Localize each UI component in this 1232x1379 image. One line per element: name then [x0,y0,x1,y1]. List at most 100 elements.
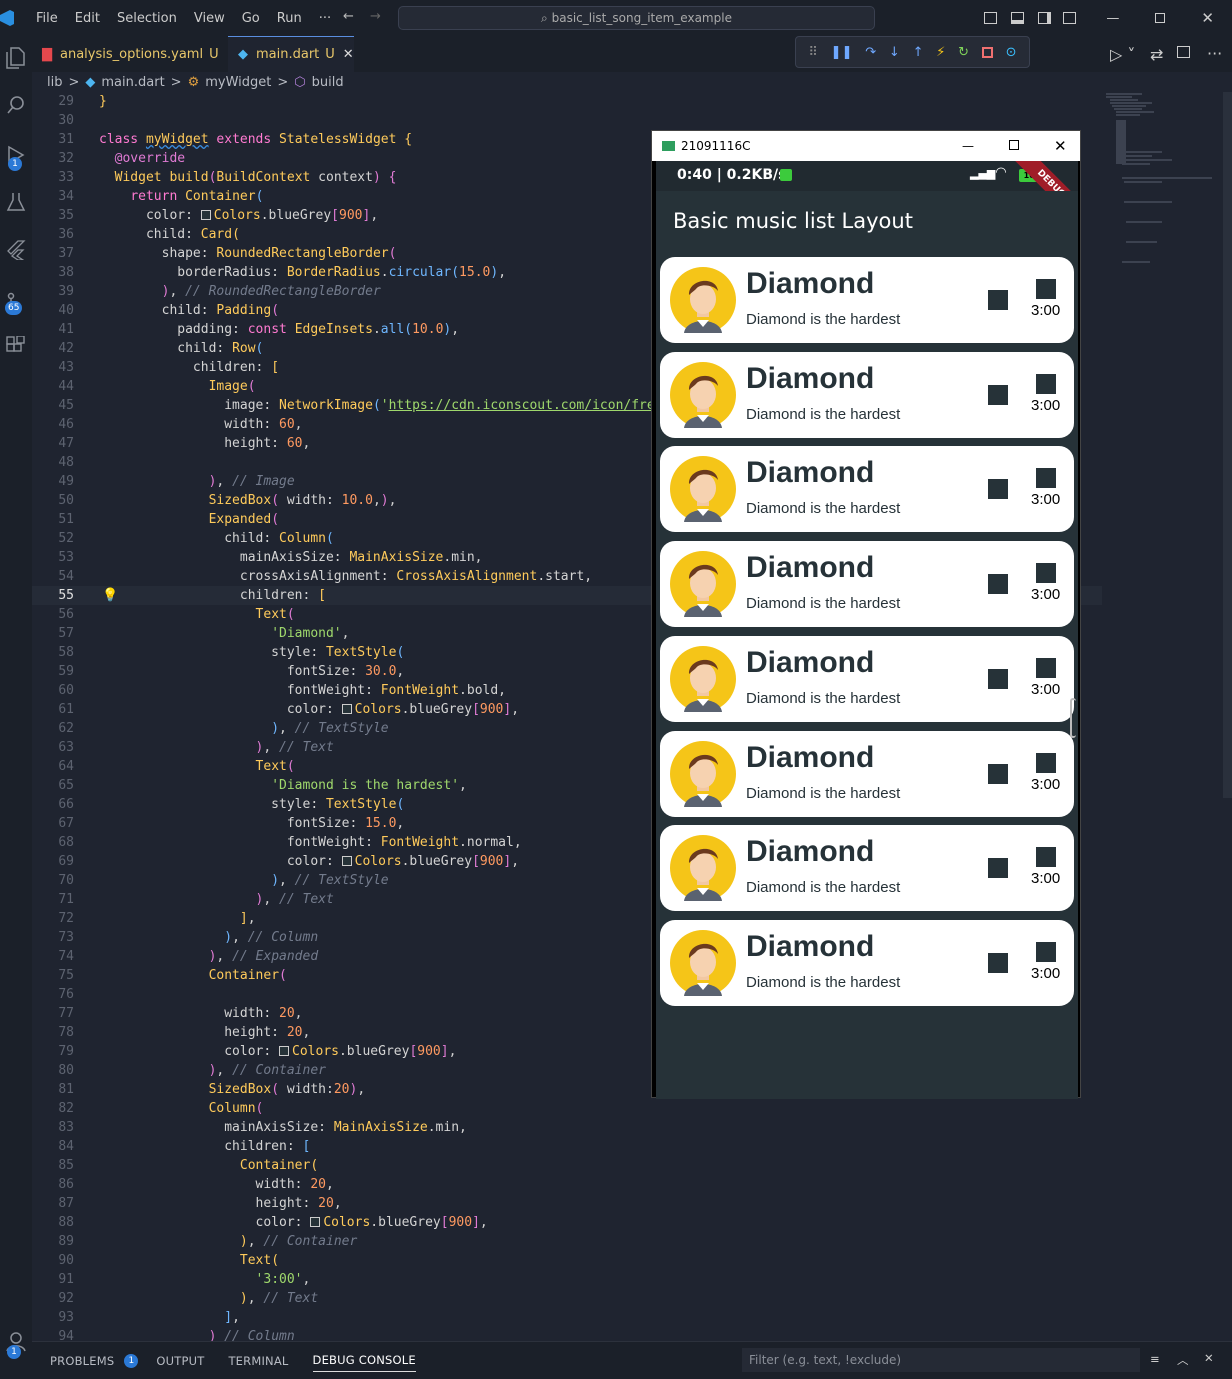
customize-layout-icon[interactable] [1063,12,1077,24]
song-card[interactable]: Diamond Diamond is the hardest 3:00 [660,825,1074,912]
square-placeholder-small [1036,657,1056,678]
menu-edit[interactable]: Edit [75,11,100,26]
minimap[interactable] [1102,92,1220,292]
emulator-minimize-icon[interactable]: — [962,139,974,153]
search-sidebar-icon[interactable] [0,89,32,121]
song-card[interactable]: Diamond Diamond is the hardest 3:00 [660,351,1074,438]
song-duration: 3:00 [1031,586,1061,604]
account-badge: 1 [7,1345,21,1359]
song-subtitle: Diamond is the hardest [746,689,901,707]
emulator-maximize-icon[interactable] [1009,140,1019,150]
compare-icon[interactable]: ⇄ [1150,45,1163,64]
breadcrumb-class[interactable]: myWidget [205,75,271,90]
song-subtitle: Diamond is the hardest [746,595,901,613]
step-out-icon[interactable]: ↑ [913,45,924,60]
menu-go[interactable]: Go [242,11,260,26]
menu-selection[interactable]: Selection [117,11,177,26]
song-card[interactable]: Diamond Diamond is the hardest 3:00 [660,635,1074,722]
song-card[interactable]: Diamond Diamond is the hardest 3:00 [660,919,1074,1006]
restart-icon[interactable]: ↻ [958,45,969,60]
square-placeholder-small [1036,373,1056,394]
panel-bar: PROBLEMS 1 OUTPUT TERMINAL DEBUG CONSOLE… [32,1341,1232,1379]
notification-icon [780,169,792,181]
song-duration: 3:00 [1031,396,1061,414]
breadcrumb-file[interactable]: main.dart [101,75,164,90]
tab-debug-console[interactable]: DEBUG CONSOLE [312,1353,416,1372]
list-scroll-indicator [1070,698,1076,738]
filter-placeholder: Filter (e.g. text, !exclude) [749,1353,902,1367]
command-center-search[interactable]: ⌕ basic_list_song_item_example [398,6,875,30]
song-subtitle: Diamond is the hardest [746,879,901,897]
pause-icon[interactable]: ❚❚ [831,45,853,60]
square-placeholder [988,763,1008,784]
flutter-icon[interactable] [0,234,32,266]
song-title: Diamond [746,267,875,300]
yaml-file-icon: ▇ [42,46,52,62]
tab-status: U [209,46,219,62]
square-placeholder [988,952,1008,973]
tab-problems[interactable]: PROBLEMS [50,1354,114,1368]
song-title: Diamond [746,740,875,774]
tab-output[interactable]: OUTPUT [156,1354,204,1368]
toggle-secondary-sidebar-icon[interactable] [1038,12,1052,24]
menu-file[interactable]: File [36,11,58,26]
song-subtitle: Diamond is the hardest [746,311,901,328]
breadcrumb-method[interactable]: build [312,75,344,90]
emulator-close-icon[interactable]: ✕ [1054,137,1067,155]
square-placeholder-small [1036,279,1056,299]
run-debug-icon[interactable]: 1 [0,139,32,171]
more-actions-icon[interactable]: ··· [1207,44,1222,63]
artist-avatar [670,551,736,618]
debug-filter-input[interactable]: Filter (e.g. text, !exclude) [742,1348,1140,1372]
clear-console-icon[interactable]: ≡ [1150,1352,1160,1366]
song-card[interactable]: Diamond Diamond is the hardest 3:00 [660,730,1074,817]
song-card[interactable]: Diamond Diamond is the hardest 3:00 [660,257,1074,343]
song-duration: 3:00 [1031,302,1061,319]
drag-handle-icon[interactable]: ⠿ [808,45,818,60]
artist-avatar [670,645,736,712]
run-icon[interactable]: ▷ ˅ [1110,45,1135,64]
tab-terminal[interactable]: TERMINAL [228,1354,288,1368]
split-editor-icon[interactable] [1177,46,1190,58]
toggle-sidebar-icon[interactable] [984,12,998,24]
song-duration: 3:00 [1031,964,1061,982]
devtools-icon[interactable]: ⊙ [1006,45,1017,60]
close-window-icon[interactable]: ✕ [1201,9,1214,27]
testing-icon[interactable] [0,186,32,218]
emulator-window: 21091116C — ✕ 0:40 | 0.2KB/s ▂▄▆ ◠ 100 D… [651,130,1081,1099]
breadcrumb-lib[interactable]: lib [47,75,62,90]
window-controls: — ✕ [984,0,1232,36]
maximize-icon[interactable] [1155,13,1166,23]
square-placeholder [988,384,1008,405]
back-arrow-icon[interactable]: ← [343,9,354,24]
step-over-icon[interactable]: ↷ [865,45,876,60]
account-icon[interactable]: 1 [0,1325,32,1359]
explorer-icon[interactable] [0,42,32,74]
tab-analysis-options[interactable]: ▇ analysis_options.yaml U [32,36,228,72]
scrollbar-thumb[interactable] [1223,92,1232,798]
song-card[interactable]: Diamond Diamond is the hardest 3:00 [660,541,1074,628]
extensions-icon[interactable] [0,330,32,362]
toggle-panel-icon[interactable] [1011,12,1025,24]
maximize-panel-icon[interactable]: ︿ [1177,1352,1189,1368]
step-into-icon[interactable]: ↓ [889,45,900,60]
hot-reload-icon[interactable]: ⚡ [936,45,945,60]
menu-run[interactable]: Run [277,11,302,26]
menu-view[interactable]: View [194,11,225,26]
tab-main-dart[interactable]: ◆ main.dart U ✕ [228,36,354,72]
app-bar: Basic music list Layout [656,191,1078,251]
menu-more[interactable]: ··· [319,11,331,26]
source-control-icon[interactable]: 65 [0,286,32,318]
tab-status: U [325,47,335,62]
song-card[interactable]: Diamond Diamond is the hardest 3:00 [660,446,1074,533]
editor-scrollbar[interactable] [1220,92,1232,1341]
breadcrumb-sep: > [277,74,289,90]
stop-icon[interactable] [981,46,993,58]
artist-avatar [670,835,736,902]
close-panel-icon[interactable]: ✕ [1204,1351,1214,1365]
close-tab-icon[interactable]: ✕ [343,47,354,62]
forward-arrow-icon[interactable]: → [370,9,381,24]
square-placeholder-small [1036,847,1056,868]
source-control-badge: 65 [5,301,23,315]
minimize-icon[interactable]: — [1106,11,1119,26]
